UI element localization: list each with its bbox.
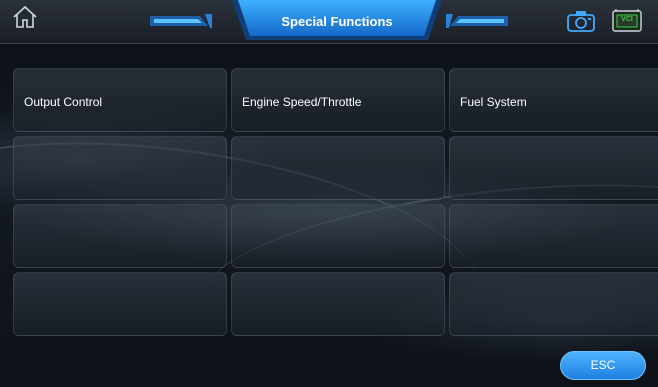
right-decoration — [446, 14, 508, 28]
function-button[interactable] — [231, 204, 445, 268]
screen: Special Functions VCI Output Control Eng… — [0, 0, 658, 387]
esc-button[interactable]: ESC — [560, 351, 646, 380]
function-button[interactable]: Output Control — [13, 68, 227, 132]
function-button[interactable]: Engine Speed/Throttle — [231, 68, 445, 132]
function-button[interactable] — [449, 272, 658, 336]
left-decoration — [150, 14, 212, 28]
function-button[interactable] — [13, 204, 227, 268]
top-bar: Special Functions VCI — [0, 0, 658, 44]
page-title: Special Functions — [281, 14, 393, 29]
function-button[interactable] — [449, 136, 658, 200]
function-button[interactable] — [449, 204, 658, 268]
function-grid: Output Control Engine Speed/Throttle Fue… — [13, 68, 658, 340]
camera-icon[interactable] — [566, 9, 596, 33]
function-button[interactable] — [231, 136, 445, 200]
vci-label: VCI — [621, 16, 633, 23]
function-button[interactable] — [231, 272, 445, 336]
home-icon[interactable] — [10, 4, 40, 30]
function-button[interactable] — [13, 136, 227, 200]
function-button[interactable] — [13, 272, 227, 336]
function-button[interactable]: Fuel System — [449, 68, 658, 132]
